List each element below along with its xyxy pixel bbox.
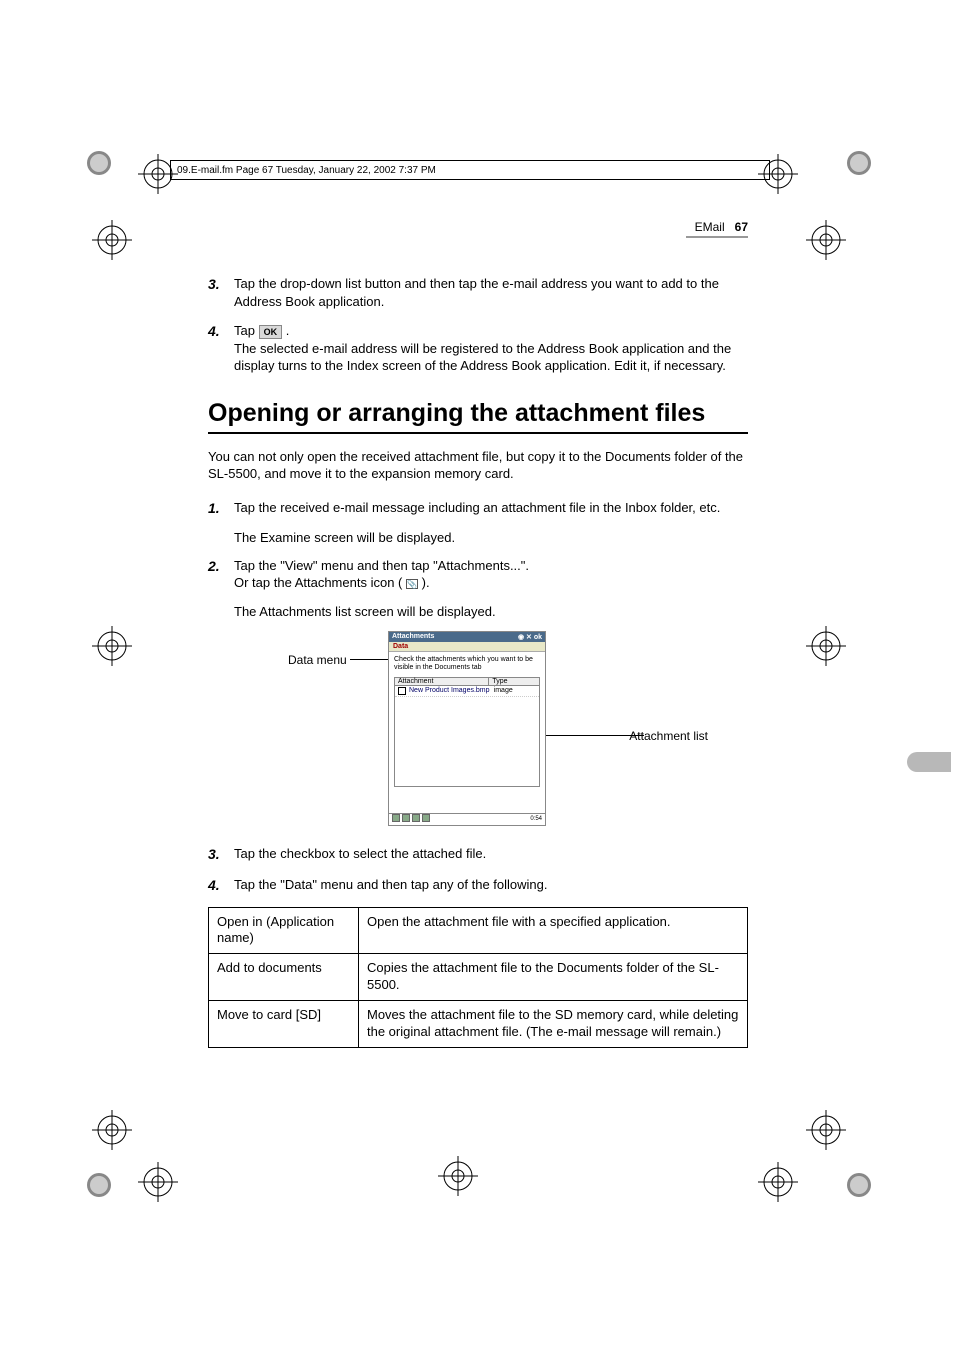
step-number: 3. [208, 275, 234, 310]
step-number: 1. [208, 499, 234, 518]
crop-mark-icon [758, 1162, 798, 1202]
crop-mark-icon [806, 1110, 846, 1150]
page-content: 3. Tap the drop-down list button and the… [208, 275, 748, 1048]
table-row: Move to card [SD] Moves the attachment f… [209, 1001, 748, 1048]
crop-mark-icon [806, 626, 846, 666]
option-name: Move to card [SD] [209, 1001, 359, 1048]
step-1-after: The Examine screen will be displayed. [234, 530, 748, 545]
step-3: 3. Tap the checkbox to select the attach… [208, 845, 748, 864]
option-name: Add to documents [209, 954, 359, 1001]
pda-attachment-table: Attachment Type New Product Images.bmp i… [394, 677, 540, 787]
callout-line [546, 735, 644, 736]
prestep-3: 3. Tap the drop-down list button and the… [208, 275, 748, 310]
option-desc: Copies the attachment file to the Docume… [359, 954, 748, 1001]
step-text: Tap the "View" menu and then tap "Attach… [234, 558, 529, 573]
ok-button-icon: OK [259, 325, 283, 339]
step-continuation: The selected e-mail address will be regi… [234, 341, 731, 374]
crop-mark-icon [92, 626, 132, 666]
callout-line [350, 659, 388, 660]
option-name: Open in (Application name) [209, 907, 359, 954]
taskbar-icons [392, 814, 432, 824]
screenshot-figure: Data menu Attachment list Attachments ◉ … [288, 631, 708, 831]
pda-title-icons: ◉ ✕ ok [518, 633, 542, 641]
pda-taskbar: 0:54 [389, 813, 545, 825]
step-text: Tap the received e-mail message includin… [234, 499, 748, 518]
step-text: Tap the drop-down list button and then t… [234, 275, 748, 310]
crop-mark-icon [84, 1170, 124, 1210]
heading-rule [208, 432, 748, 434]
running-header: EMail 67 [208, 220, 748, 238]
pda-instruction: Check the attachments which you want to … [389, 652, 545, 677]
crop-mark-icon [92, 220, 132, 260]
crop-mark-icon [844, 1170, 884, 1210]
intro-paragraph: You can not only open the received attac… [208, 448, 748, 483]
crop-mark-icon [806, 220, 846, 260]
step-2: 2. Tap the "View" menu and then tap "Att… [208, 557, 748, 592]
pda-filename: New Product Images.bmp [409, 687, 494, 695]
crop-mark-icon [438, 1156, 478, 1196]
callout-attachment-list: Attachment list [629, 729, 708, 743]
prestep-4: 4. Tap OK . The selected e-mail address … [208, 322, 748, 375]
step-number: 4. [208, 322, 234, 375]
options-table: Open in (Application name) Open the atta… [208, 907, 748, 1048]
pda-filetype: image [494, 687, 536, 695]
pda-clock: 0:54 [530, 816, 542, 822]
step-number: 3. [208, 845, 234, 864]
pda-table-row: New Product Images.bmp image [395, 686, 539, 697]
attachments-icon: 📎 [406, 579, 418, 589]
section-name: EMail [695, 220, 725, 234]
crop-mark-icon [92, 1110, 132, 1150]
step-text-line2a: Or tap the Attachments icon ( [234, 575, 402, 590]
checkbox-icon [398, 687, 406, 695]
pda-table-header: Attachment Type [395, 678, 539, 686]
pda-titlebar: Attachments ◉ ✕ ok [389, 632, 545, 642]
crop-mark-icon [84, 148, 124, 188]
crop-mark-icon [138, 1162, 178, 1202]
pda-menu-data: Data [389, 642, 545, 652]
option-desc: Open the attachment file with a specifie… [359, 907, 748, 954]
step-2-after: The Attachments list screen will be disp… [234, 604, 748, 619]
step-text: . [286, 323, 290, 338]
pda-title-text: Attachments [392, 633, 434, 641]
step-4: 4. Tap the "Data" menu and then tap any … [208, 876, 748, 895]
pda-screenshot: Attachments ◉ ✕ ok Data Check the attach… [388, 631, 546, 826]
step-number: 4. [208, 876, 234, 895]
page-number: 67 [735, 220, 748, 234]
step-text: Tap the "Data" menu and then tap any of … [234, 876, 748, 895]
step-text-line2b: ). [422, 575, 430, 590]
table-row: Open in (Application name) Open the atta… [209, 907, 748, 954]
pda-col-type: Type [489, 678, 539, 685]
pda-col-attachment: Attachment [395, 678, 489, 685]
callout-data-menu: Data menu [288, 653, 347, 667]
step-1: 1. Tap the received e-mail message inclu… [208, 499, 748, 518]
frame-header: 09.E-mail.fm Page 67 Tuesday, January 22… [170, 160, 770, 180]
crop-mark-icon [844, 148, 884, 188]
step-text: Tap [234, 323, 259, 338]
table-row: Add to documents Copies the attachment f… [209, 954, 748, 1001]
option-desc: Moves the attachment file to the SD memo… [359, 1001, 748, 1048]
step-text: Tap the checkbox to select the attached … [234, 845, 748, 864]
section-heading: Opening or arranging the attachment file… [208, 399, 748, 428]
thumb-tab [907, 752, 951, 772]
step-number: 2. [208, 557, 234, 592]
